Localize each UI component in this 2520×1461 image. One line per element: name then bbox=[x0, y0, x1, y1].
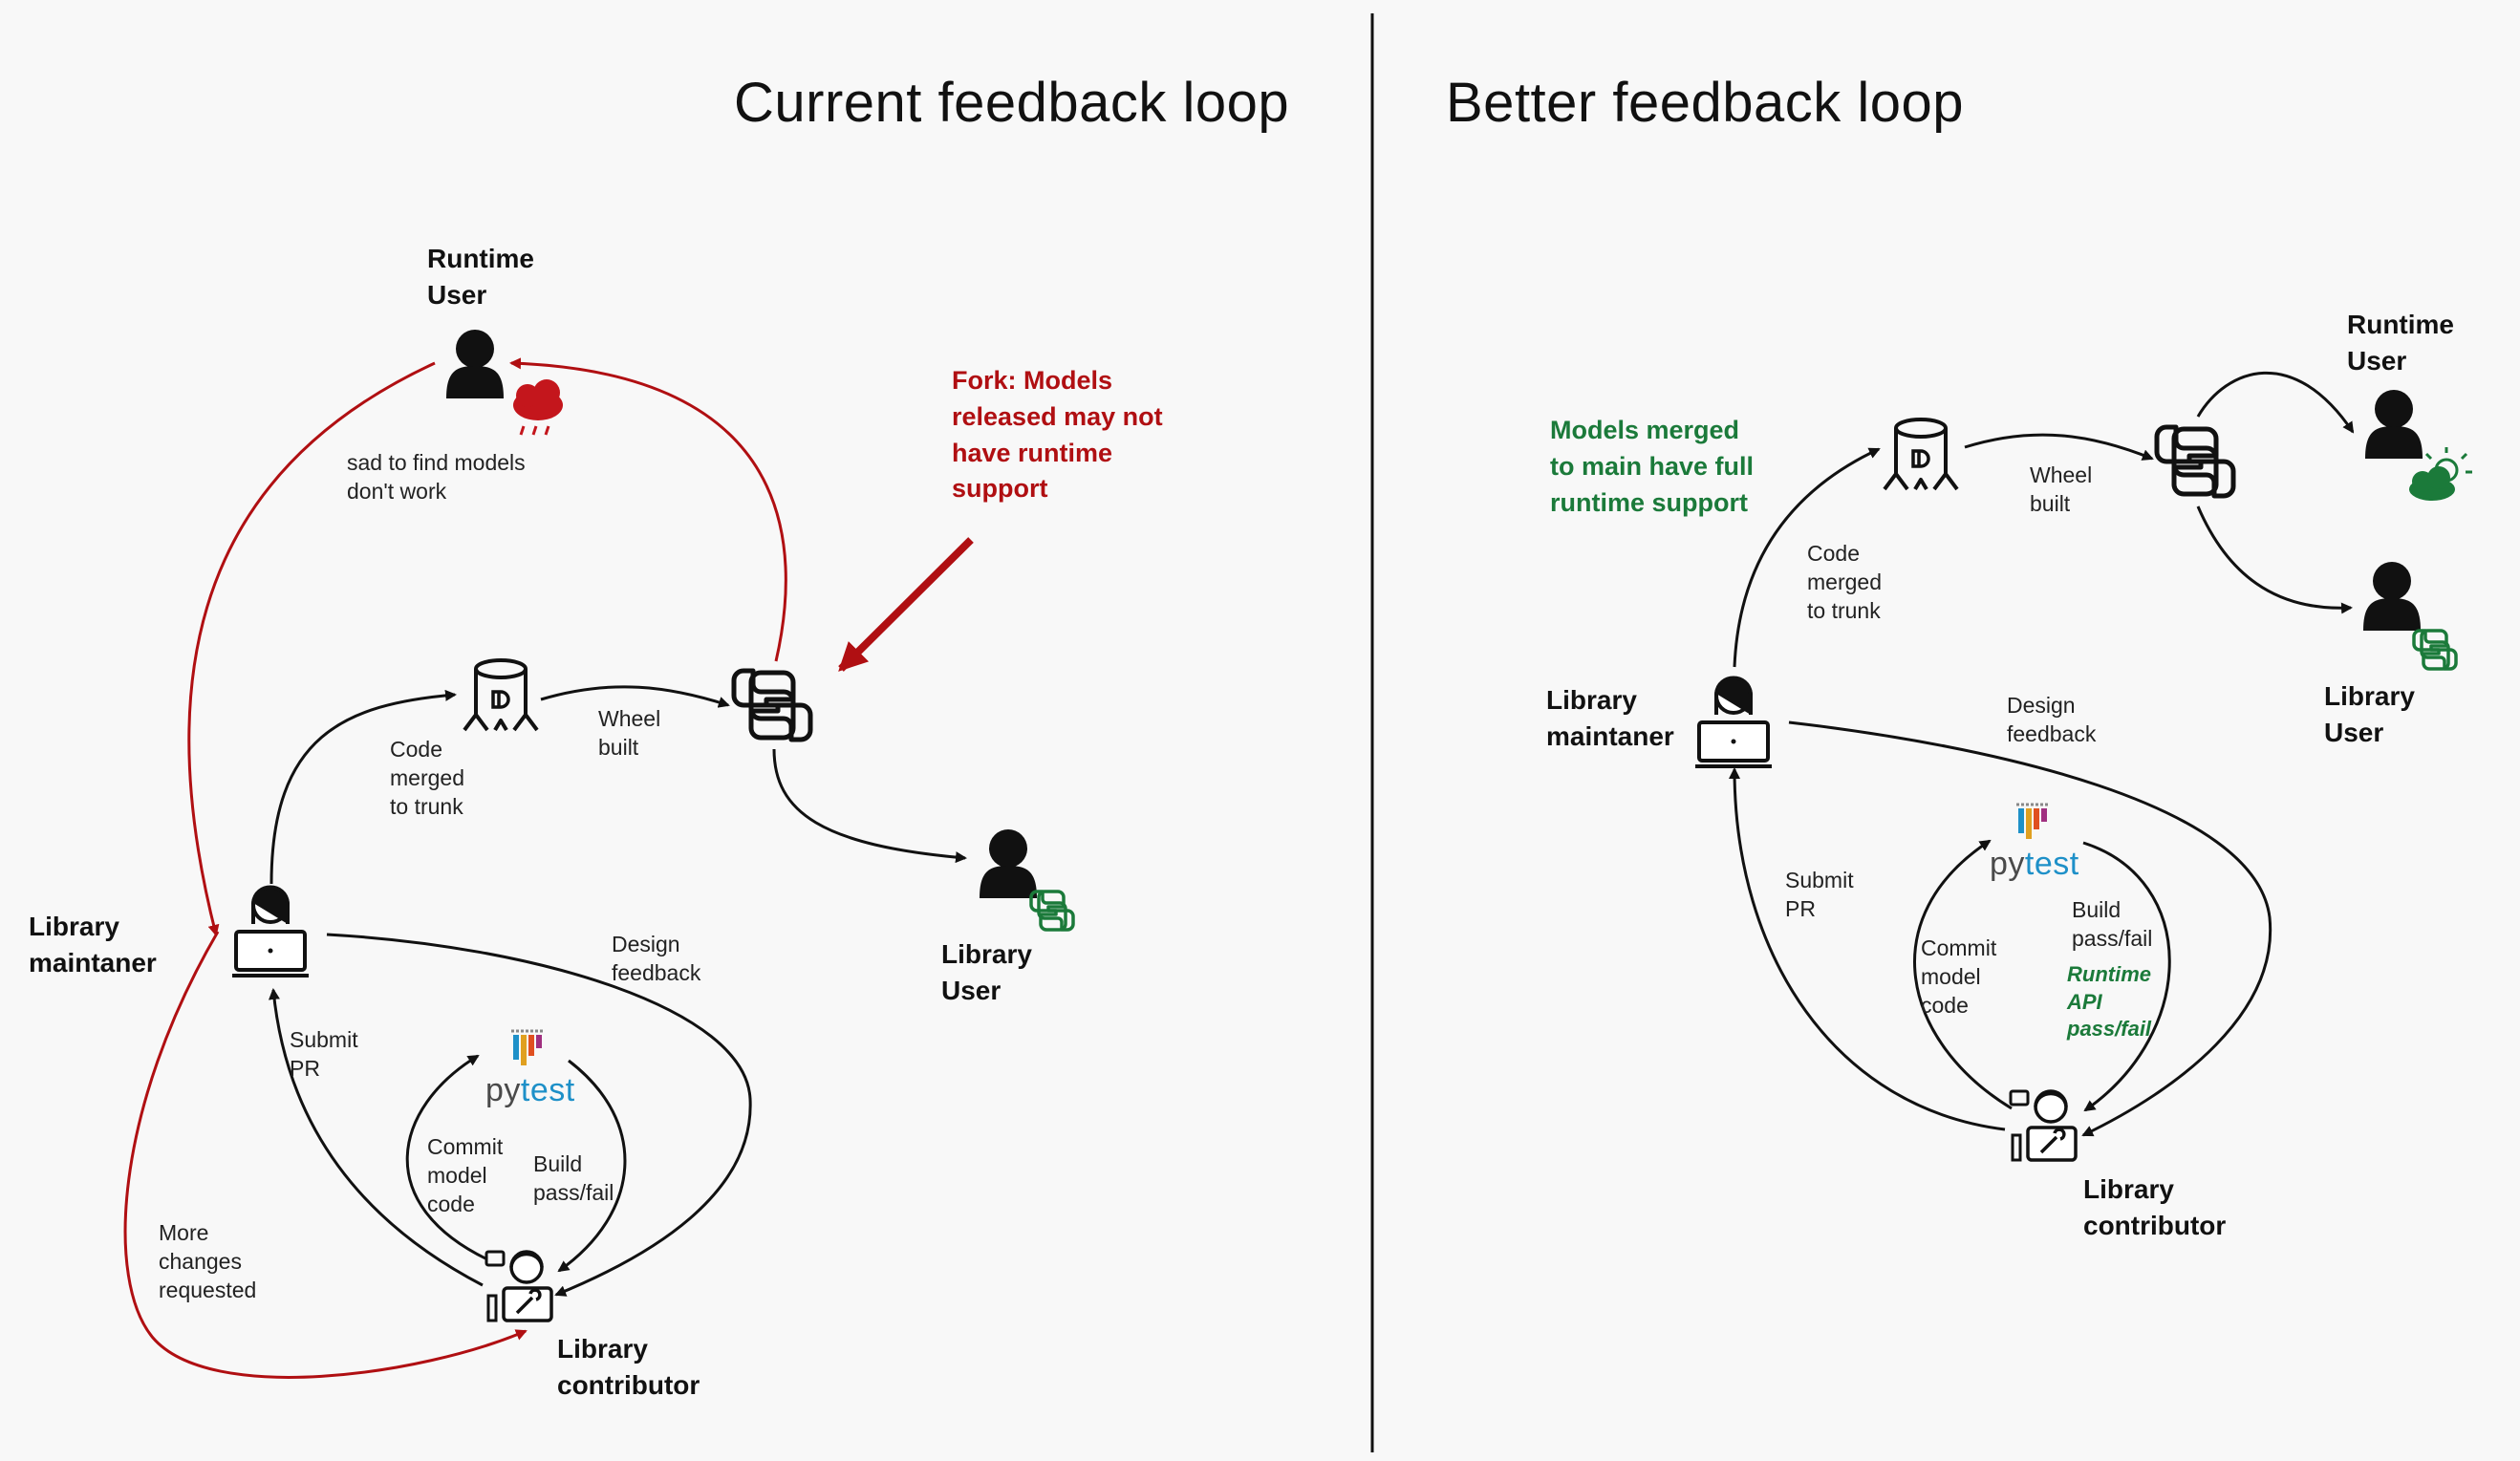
left-library-user-icon bbox=[980, 829, 1037, 898]
rain-cloud-icon bbox=[513, 379, 563, 436]
right-submit-pr-label: Submit PR bbox=[1785, 868, 1854, 921]
left-commit-model-code-label: Commit model code bbox=[427, 1134, 504, 1216]
right-trunk-icon bbox=[1883, 418, 1959, 491]
left-fork-note: Fork: Models released may not have runti… bbox=[952, 366, 1163, 504]
diagram-canvas: Current feedback loop Better feedback lo… bbox=[0, 0, 2520, 1461]
left-arrow-maint-to-contrib-design bbox=[326, 933, 752, 1297]
right-build-pass-fail-label: Build pass/fail bbox=[2072, 897, 2153, 951]
right-arrow-maint-to-contrib-design bbox=[1788, 720, 2272, 1137]
left-library-user-label: Library User bbox=[941, 939, 1032, 1005]
left-submit-pr-label: Submit PR bbox=[290, 1027, 358, 1081]
left-maintainer-icon bbox=[230, 885, 311, 978]
left-arrow-py-to-libuser bbox=[772, 748, 967, 864]
left-red-fork-pointer bbox=[838, 537, 974, 672]
left-sad-note: sad to find models don't work bbox=[347, 450, 526, 504]
right-pytest-logo: pytest bbox=[1990, 846, 2079, 882]
left-trunk-icon bbox=[463, 658, 539, 732]
left-wheel-built-label: Wheel built bbox=[598, 706, 661, 760]
right-python-icon bbox=[2157, 427, 2233, 496]
right-wheel-built-label: Wheel built bbox=[2030, 462, 2093, 516]
right-pytest-bars-icon bbox=[2014, 803, 2051, 841]
right-library-contributor-label: Library contributor bbox=[2083, 1174, 2227, 1240]
left-library-contributor-label: Library contributor bbox=[557, 1334, 700, 1400]
better-loop-title: Better feedback loop bbox=[1446, 72, 1965, 134]
right-arrow-trunk-to-py bbox=[1964, 433, 2154, 461]
right-contributor-icon bbox=[2009, 1089, 2078, 1162]
left-python-icon bbox=[734, 671, 810, 740]
right-code-merged-label: Code merged to trunk bbox=[1807, 541, 1882, 623]
right-arrow-py-to-runtime bbox=[2196, 371, 2355, 434]
right-commit-model-code-label: Commit model code bbox=[1921, 935, 1997, 1018]
right-models-merged-note: Models merged to main have full runtime … bbox=[1550, 416, 1755, 517]
left-more-changes-label: More changes requested bbox=[159, 1220, 257, 1302]
right-library-user-label: Library User bbox=[2324, 681, 2415, 747]
left-design-feedback-label: Design feedback bbox=[612, 932, 701, 985]
right-runtime-api-label: Runtime API pass/fail bbox=[2067, 962, 2152, 1042]
right-runtime-user-icon bbox=[2365, 390, 2423, 459]
left-arrow-trunk-to-py bbox=[540, 685, 730, 708]
left-library-user-python-icon bbox=[1029, 890, 1075, 932]
left-contributor-icon bbox=[485, 1250, 553, 1322]
right-runtime-user-label: Runtime User bbox=[2347, 310, 2454, 376]
left-runtime-user-label: Runtime User bbox=[427, 244, 534, 310]
right-arrow-py-to-libuser bbox=[2196, 505, 2353, 614]
left-runtime-user-icon bbox=[446, 330, 504, 398]
right-library-user-python-icon bbox=[2412, 629, 2458, 671]
left-build-pass-fail-label: Build pass/fail bbox=[533, 1151, 614, 1205]
current-loop-title: Current feedback loop bbox=[734, 72, 1290, 134]
right-library-user-icon bbox=[2363, 562, 2421, 631]
left-code-merged-label: Code merged to trunk bbox=[390, 737, 464, 819]
left-pytest-logo: pytest bbox=[485, 1072, 575, 1108]
right-library-maintainer-label: Library maintaner bbox=[1546, 685, 1674, 751]
left-library-maintainer-label: Library maintaner bbox=[29, 912, 157, 978]
right-maintainer-icon bbox=[1693, 676, 1774, 768]
left-pytest-bars-icon bbox=[509, 1029, 546, 1067]
right-design-feedback-label: Design feedback bbox=[2007, 693, 2097, 746]
